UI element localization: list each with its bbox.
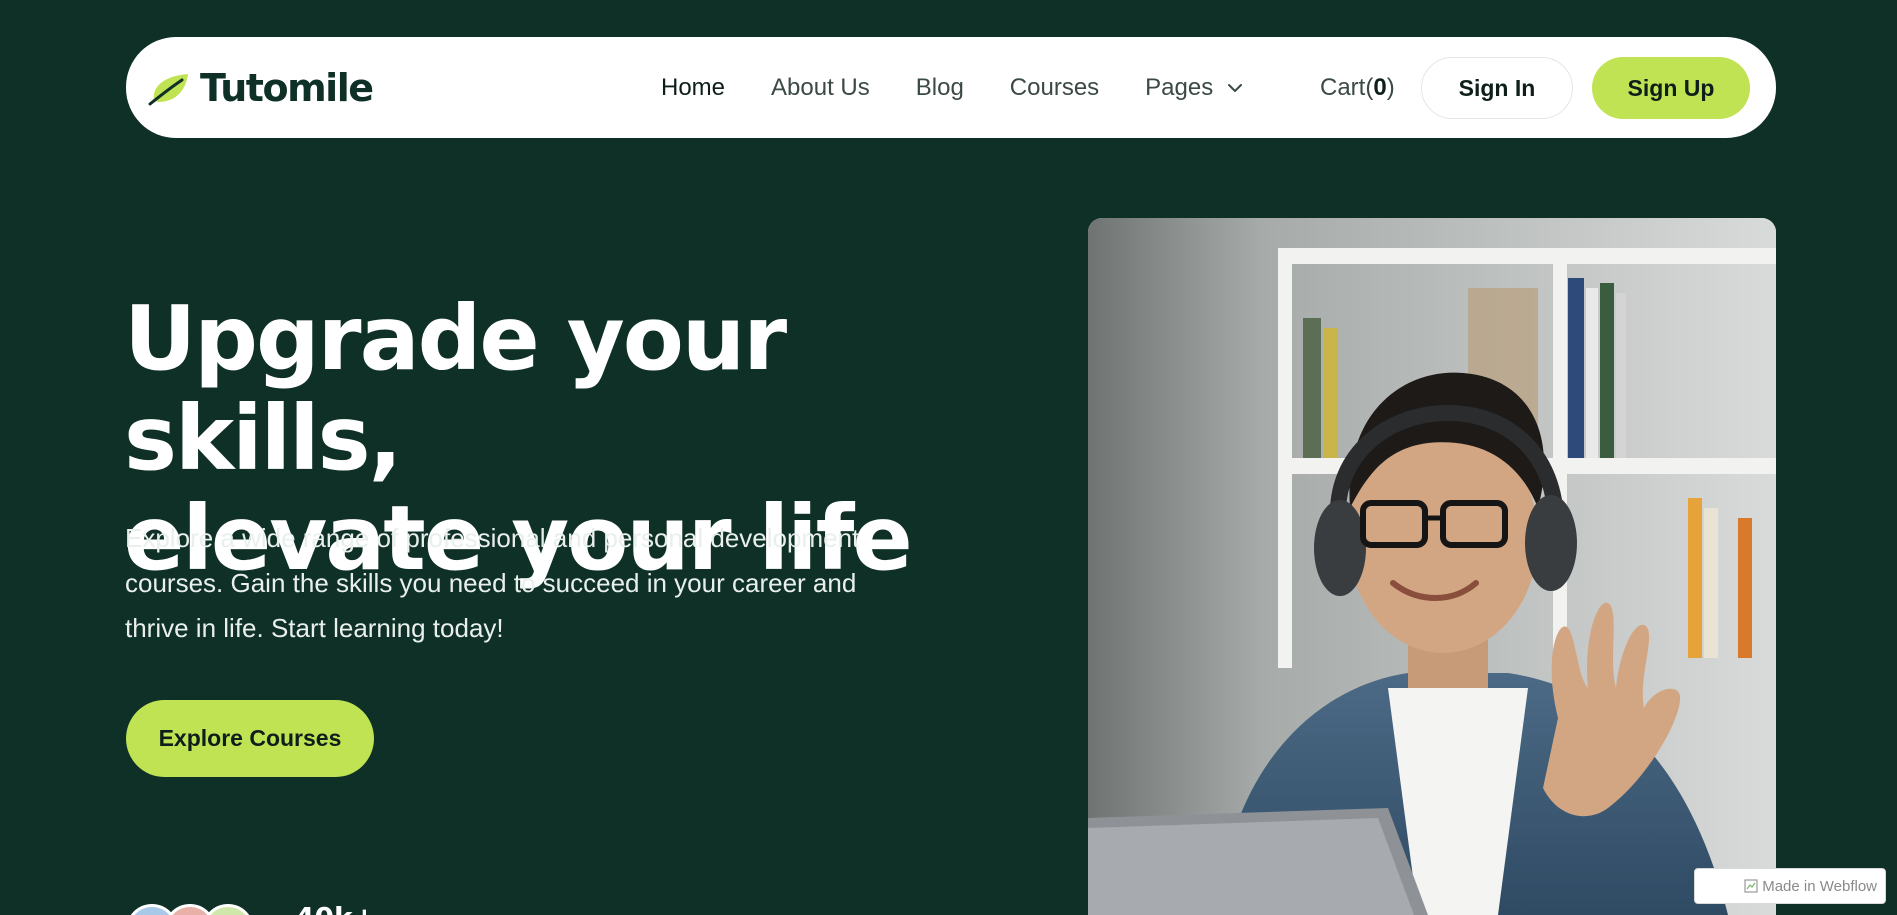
nav-pages-label: Pages — [1145, 73, 1214, 101]
nav-blog-link[interactable]: Blog — [916, 74, 964, 102]
students-stat: 40k+ — [295, 904, 376, 915]
explore-courses-button[interactable]: Explore Courses — [126, 700, 374, 777]
cart-label: Cart — [1320, 73, 1366, 101]
cart-count: 0 — [1373, 73, 1387, 101]
nav-links: Home About Us Blog Courses Pages — [661, 37, 1289, 138]
student-avatars — [126, 904, 286, 915]
avatar — [202, 904, 254, 915]
badge-label: Made in Webflow — [1762, 877, 1877, 895]
sign-up-button[interactable]: Sign Up — [1592, 57, 1750, 119]
cart-link[interactable]: Cart ( 0 ) — [1320, 37, 1395, 138]
hero-image — [1088, 218, 1776, 915]
sign-in-button[interactable]: Sign In — [1421, 57, 1573, 119]
nav-pages-dropdown[interactable]: Pages — [1145, 74, 1243, 102]
cart-paren-open: ( — [1365, 73, 1374, 101]
hero-title-line1: Upgrade your skills, — [124, 286, 787, 490]
brand-name: Tutomile — [200, 65, 374, 110]
made-in-webflow-badge[interactable]: Made in Webflow — [1694, 868, 1886, 904]
nav-courses-link[interactable]: Courses — [1010, 74, 1099, 102]
navbar: Tutomile Home About Us Blog Courses Page… — [126, 37, 1776, 138]
cart-paren-close: ) — [1386, 73, 1395, 101]
nav-about-link[interactable]: About Us — [771, 74, 870, 102]
hero-subtitle: Explore a wide range of professional and… — [125, 523, 860, 643]
hero-photo-illustration — [1088, 218, 1776, 915]
brand-logo-link[interactable]: Tutomile — [148, 37, 374, 138]
broken-image-icon — [1744, 879, 1758, 893]
leaf-logo-icon — [148, 73, 188, 105]
nav-home-link[interactable]: Home — [661, 74, 725, 102]
chevron-down-icon — [1228, 83, 1243, 92]
